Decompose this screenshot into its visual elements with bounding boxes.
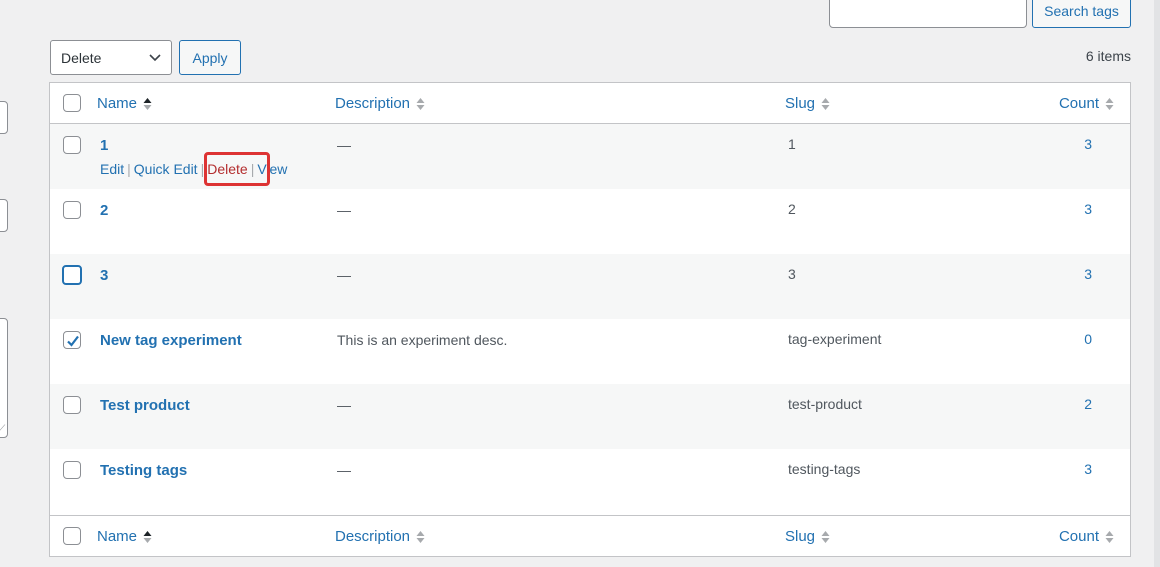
sort-asc-icon bbox=[143, 530, 152, 543]
search-tags-input[interactable] bbox=[829, 0, 1027, 28]
sort-icon bbox=[1105, 97, 1114, 110]
checkmark-icon bbox=[67, 335, 79, 347]
tag-count-link[interactable]: 3 bbox=[1084, 266, 1092, 282]
sort-icon bbox=[416, 97, 425, 110]
tag-name-link[interactable]: New tag experiment bbox=[100, 332, 242, 349]
separator: | bbox=[127, 161, 131, 177]
sort-icon bbox=[416, 530, 425, 543]
row-checkbox[interactable] bbox=[63, 461, 81, 479]
sort-icon bbox=[821, 97, 830, 110]
table-row: 3 — 3 3 bbox=[50, 254, 1130, 319]
delete-link[interactable]: Delete bbox=[207, 161, 247, 177]
tag-description-textarea-edge[interactable] bbox=[0, 318, 8, 438]
tag-description: — bbox=[337, 137, 351, 153]
tag-description: — bbox=[337, 462, 351, 478]
tag-count-link[interactable]: 3 bbox=[1084, 201, 1092, 217]
tag-description: — bbox=[337, 202, 351, 218]
separator: | bbox=[250, 161, 255, 177]
page-scrollbar-edge[interactable] bbox=[1154, 0, 1160, 567]
column-footer-slug-label: Slug bbox=[785, 528, 816, 545]
tag-name-link[interactable]: Test product bbox=[100, 397, 190, 414]
table-body: 1 Edit | Quick Edit | Delete | View — 1 3 2 — … bbox=[50, 124, 1130, 514]
tag-description: This is an experiment desc. bbox=[337, 332, 508, 348]
column-header-count[interactable]: Count bbox=[1059, 83, 1114, 124]
quick-edit-link[interactable]: Quick Edit bbox=[134, 161, 198, 177]
row-checkbox[interactable] bbox=[63, 201, 81, 219]
bulk-actions-select[interactable]: Delete bbox=[50, 40, 172, 75]
column-footer-count-label: Count bbox=[1058, 528, 1099, 545]
items-count: 6 items bbox=[1085, 48, 1131, 64]
sort-asc-icon bbox=[143, 97, 152, 110]
sort-icon bbox=[821, 530, 830, 543]
row-checkbox[interactable] bbox=[63, 136, 81, 154]
column-header-count-label: Count bbox=[1058, 95, 1099, 112]
table-row: New tag experiment This is an experiment… bbox=[50, 319, 1130, 384]
column-header-name-label: Name bbox=[97, 95, 138, 112]
column-footer-name[interactable]: Name bbox=[97, 516, 152, 557]
chevron-down-icon bbox=[149, 54, 161, 62]
tag-count-link[interactable]: 2 bbox=[1084, 396, 1092, 412]
sort-icon bbox=[1105, 530, 1114, 543]
column-header-description-label: Description bbox=[335, 95, 411, 112]
tags-admin-page: ⟋ Search tags Delete Apply 6 items Name … bbox=[0, 0, 1160, 567]
column-footer-name-label: Name bbox=[97, 528, 138, 545]
edit-link[interactable]: Edit bbox=[100, 161, 124, 177]
column-footer-slug[interactable]: Slug bbox=[785, 516, 830, 557]
tag-count-link[interactable]: 0 bbox=[1084, 331, 1092, 347]
view-link[interactable]: View bbox=[257, 161, 287, 177]
tag-slug: tag-experiment bbox=[788, 331, 882, 347]
tag-slug: test-product bbox=[788, 396, 862, 412]
separator: | bbox=[200, 161, 205, 177]
tag-count-link[interactable]: 3 bbox=[1084, 136, 1092, 152]
resize-grip-icon[interactable]: ⟋ bbox=[0, 423, 7, 433]
select-all-checkbox-footer[interactable] bbox=[63, 527, 81, 545]
tag-count-link[interactable]: 3 bbox=[1084, 461, 1092, 477]
tag-name-field-edge[interactable] bbox=[0, 101, 8, 134]
tag-slug: testing-tags bbox=[788, 461, 861, 477]
tag-slug: 3 bbox=[788, 266, 796, 282]
tag-description: — bbox=[337, 267, 351, 283]
column-header-slug[interactable]: Slug bbox=[785, 83, 830, 124]
search-tags-button[interactable]: Search tags bbox=[1032, 0, 1131, 28]
table-row: Test product — test-product 2 bbox=[50, 384, 1130, 449]
select-all-checkbox[interactable] bbox=[63, 94, 81, 112]
tag-description: — bbox=[337, 397, 351, 413]
bulk-actions-selected-value: Delete bbox=[61, 49, 102, 66]
tag-name-link[interactable]: 3 bbox=[100, 267, 108, 284]
column-footer-description-label: Description bbox=[335, 528, 411, 545]
column-header-description[interactable]: Description bbox=[335, 83, 425, 124]
row-actions: Edit | Quick Edit | Delete | View bbox=[100, 161, 287, 177]
row-checkbox[interactable] bbox=[62, 265, 82, 285]
tag-slug-field-edge[interactable] bbox=[0, 199, 8, 232]
apply-button[interactable]: Apply bbox=[179, 40, 241, 75]
column-footer-count[interactable]: Count bbox=[1059, 516, 1114, 557]
tags-table: Name Description Slug Count 1 Edit | Qui… bbox=[49, 82, 1131, 557]
column-header-slug-label: Slug bbox=[785, 95, 816, 112]
tag-name-link[interactable]: 2 bbox=[100, 202, 108, 219]
tag-name-link[interactable]: 1 bbox=[100, 137, 108, 154]
row-checkbox[interactable] bbox=[63, 331, 81, 349]
table-row: Testing tags — testing-tags 3 bbox=[50, 449, 1130, 514]
table-footer: Name Description Slug Count bbox=[50, 515, 1130, 556]
row-checkbox[interactable] bbox=[63, 396, 81, 414]
column-header-name[interactable]: Name bbox=[97, 83, 152, 124]
table-header: Name Description Slug Count bbox=[50, 83, 1130, 124]
column-footer-description[interactable]: Description bbox=[335, 516, 425, 557]
table-row: 2 — 2 3 bbox=[50, 189, 1130, 254]
tag-name-link[interactable]: Testing tags bbox=[100, 462, 187, 479]
tag-slug: 1 bbox=[788, 136, 796, 152]
tag-slug: 2 bbox=[788, 201, 796, 217]
table-row: 1 Edit | Quick Edit | Delete | View — 1 3 bbox=[50, 124, 1130, 189]
